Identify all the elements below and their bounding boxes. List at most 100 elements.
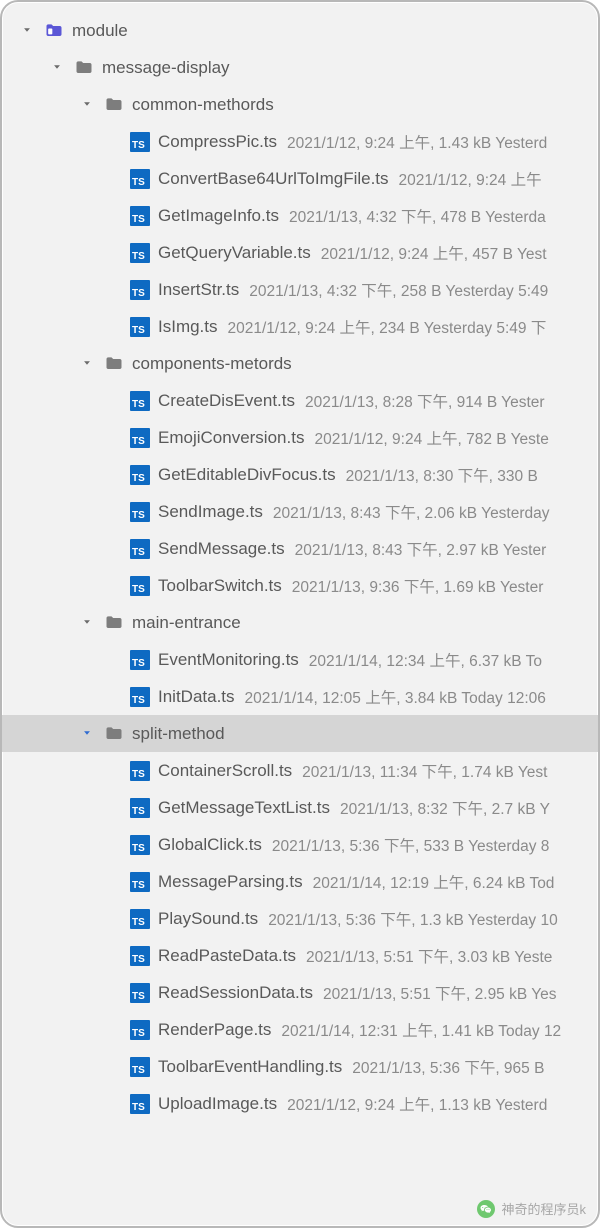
file-row[interactable]: TS ConvertBase64UrlToImgFile.ts 2021/1/12,… (2, 160, 598, 197)
file-name: InsertStr.ts (158, 280, 239, 300)
folder-row[interactable]: main-entrance (2, 604, 598, 641)
file-meta: 2021/1/14, 12:31 上午, 1.41 kB Today 12 (281, 1019, 561, 1041)
file-meta: 2021/1/14, 12:05 上午, 3.84 kB Today 12:06 (245, 686, 546, 708)
file-name: GlobalClick.ts (158, 835, 262, 855)
file-name: ToolbarSwitch.ts (158, 576, 282, 596)
file-row[interactable]: TSReadPasteData.ts2021/1/13, 5:51 下午, 3.… (2, 937, 598, 974)
file-meta: 2021/1/13, 4:32 下午, 478 B Yesterda (289, 205, 546, 227)
file-name: SendMessage.ts (158, 539, 285, 559)
folder-row[interactable]: common-methords (2, 86, 598, 123)
typescript-file-icon: TS (130, 650, 150, 670)
chevron-down-icon[interactable] (80, 615, 96, 631)
file-row[interactable]: TS RenderPage.ts 2021/1/14, 12:31 上午, 1.41… (2, 1011, 598, 1048)
file-name: GetEditableDivFocus.ts (158, 465, 336, 485)
file-name: ContainerScroll.ts (158, 761, 292, 781)
typescript-file-icon: TS (130, 872, 150, 892)
typescript-file-icon: TS (130, 391, 150, 411)
file-name: GetImageInfo.ts (158, 206, 279, 226)
typescript-file-icon: TS (130, 1020, 150, 1040)
typescript-file-icon: TS (130, 502, 150, 522)
file-meta: 2021/1/12, 9:24 上午, 782 B Yeste (314, 427, 548, 449)
file-row[interactable]: TS SendMessage.ts 2021/1/13, 8:43 下午, 2.97… (2, 530, 598, 567)
typescript-file-icon: TS (130, 132, 150, 152)
file-row[interactable]: TS GlobalClick.ts 2021/1/13, 5:36 下午, 533 … (2, 826, 598, 863)
module-folder-icon (44, 21, 64, 41)
folder-icon (104, 354, 124, 374)
typescript-file-icon: TS (130, 243, 150, 263)
file-meta: 2021/1/14, 12:34 上午, 6.37 kB To (309, 649, 542, 671)
file-tree-panel: module message-display common-methords TS Co… (0, 0, 600, 1228)
folder-name: message-display (102, 58, 230, 78)
file-row[interactable]: TSCompressPic.ts2021/1/12, 9:24 上午, 1.43… (2, 123, 598, 160)
file-row[interactable]: TS MessageParsing.ts 2021/1/14, 12:19 上午, … (2, 863, 598, 900)
file-row[interactable]: TS GetImageInfo.ts 2021/1/13, 4:32 下午, 478… (2, 197, 598, 234)
file-row[interactable]: TSReadSessionData.ts2021/1/13, 5:51 下午, … (2, 974, 598, 1011)
file-row[interactable]: TS IsImg.ts 2021/1/12, 9:24 上午, 234 B Yest… (2, 308, 598, 345)
typescript-file-icon: TS (130, 983, 150, 1003)
file-meta: 2021/1/13, 8:30 下午, 330 B (346, 464, 538, 486)
typescript-file-icon: TS (130, 1094, 150, 1114)
typescript-file-icon: TS (130, 835, 150, 855)
file-row[interactable]: TSInsertStr.ts2021/1/13, 4:32 下午, 258 B … (2, 271, 598, 308)
file-row[interactable]: TS ToolbarEventHandling.ts 2021/1/13, 5:36… (2, 1048, 598, 1085)
file-meta: 2021/1/12, 9:24 上午 (399, 168, 542, 190)
file-meta: 2021/1/13, 5:36 下午, 533 B Yesterday 8 (272, 834, 549, 856)
file-name: MessageParsing.ts (158, 872, 303, 892)
file-meta: 2021/1/13, 9:36 下午, 1.69 kB Yester (292, 575, 544, 597)
typescript-file-icon: TS (130, 317, 150, 337)
file-row[interactable]: TSGetEditableDivFocus.ts2021/1/13, 8:30 … (2, 456, 598, 493)
file-row[interactable]: TSPlaySound.ts2021/1/13, 5:36 下午, 1.3 kB… (2, 900, 598, 937)
file-row[interactable]: TS GetQueryVariable.ts 2021/1/12, 9:24 上午,… (2, 234, 598, 271)
file-meta: 2021/1/14, 12:19 上午, 6.24 kB Tod (313, 871, 555, 893)
folder-icon (104, 724, 124, 744)
file-name: CompressPic.ts (158, 132, 277, 152)
file-tree[interactable]: module message-display common-methords TS Co… (2, 2, 598, 1122)
chevron-down-icon[interactable] (80, 726, 96, 742)
folder-row[interactable]: module (2, 12, 598, 49)
file-row[interactable]: TSContainerScroll.ts2021/1/13, 11:34 下午,… (2, 752, 598, 789)
typescript-file-icon: TS (130, 280, 150, 300)
file-meta: 2021/1/12, 9:24 上午, 234 B Yesterday 5:49… (228, 316, 547, 338)
typescript-file-icon: TS (130, 539, 150, 559)
folder-name: split-method (132, 724, 225, 744)
typescript-file-icon: TS (130, 798, 150, 818)
file-row[interactable]: TSEmojiConversion.ts2021/1/12, 9:24 上午, … (2, 419, 598, 456)
folder-row[interactable]: components-metords (2, 345, 598, 382)
file-name: EventMonitoring.ts (158, 650, 299, 670)
typescript-file-icon: TS (130, 1057, 150, 1077)
typescript-file-icon: TS (130, 206, 150, 226)
file-meta: 2021/1/13, 8:43 下午, 2.06 kB Yesterday (273, 501, 550, 523)
chevron-down-icon[interactable] (50, 60, 66, 76)
typescript-file-icon: TS (130, 576, 150, 596)
file-row[interactable]: TSSendImage.ts2021/1/13, 8:43 下午, 2.06 k… (2, 493, 598, 530)
chevron-down-icon[interactable] (80, 356, 96, 372)
typescript-file-icon: TS (130, 761, 150, 781)
folder-row[interactable]: message-display (2, 49, 598, 86)
file-row[interactable]: TS ToolbarSwitch.ts 2021/1/13, 9:36 下午, 1.… (2, 567, 598, 604)
file-row[interactable]: TS CreateDisEvent.ts 2021/1/13, 8:28 下午, 9… (2, 382, 598, 419)
file-name: PlaySound.ts (158, 909, 258, 929)
folder-icon (104, 613, 124, 633)
chevron-down-icon[interactable] (20, 23, 36, 39)
file-name: ConvertBase64UrlToImgFile.ts (158, 169, 389, 189)
file-row[interactable]: TSGetMessageTextList.ts2021/1/13, 8:32 下… (2, 789, 598, 826)
typescript-file-icon: TS (130, 169, 150, 189)
folder-icon (74, 58, 94, 78)
typescript-file-icon: TS (130, 687, 150, 707)
file-row[interactable]: TSUploadImage.ts2021/1/12, 9:24 上午, 1.13… (2, 1085, 598, 1122)
file-meta: 2021/1/13, 5:36 下午, 965 B (352, 1056, 544, 1078)
file-name: RenderPage.ts (158, 1020, 271, 1040)
file-name: CreateDisEvent.ts (158, 391, 295, 411)
file-meta: 2021/1/12, 9:24 上午, 457 B Yest (321, 242, 547, 264)
file-row[interactable]: TSInitData.ts2021/1/14, 12:05 上午, 3.84 k… (2, 678, 598, 715)
file-name: GetQueryVariable.ts (158, 243, 311, 263)
file-meta: 2021/1/13, 8:43 下午, 2.97 kB Yester (295, 538, 547, 560)
file-name: ToolbarEventHandling.ts (158, 1057, 342, 1077)
folder-row[interactable]: split-method (2, 715, 598, 752)
chevron-down-icon[interactable] (80, 97, 96, 113)
file-meta: 2021/1/13, 5:36 下午, 1.3 kB Yesterday 10 (268, 908, 558, 930)
folder-name: module (72, 21, 128, 41)
file-name: IsImg.ts (158, 317, 218, 337)
file-row[interactable]: TS EventMonitoring.ts 2021/1/14, 12:34 上午,… (2, 641, 598, 678)
file-meta: 2021/1/13, 8:28 下午, 914 B Yester (305, 390, 545, 412)
